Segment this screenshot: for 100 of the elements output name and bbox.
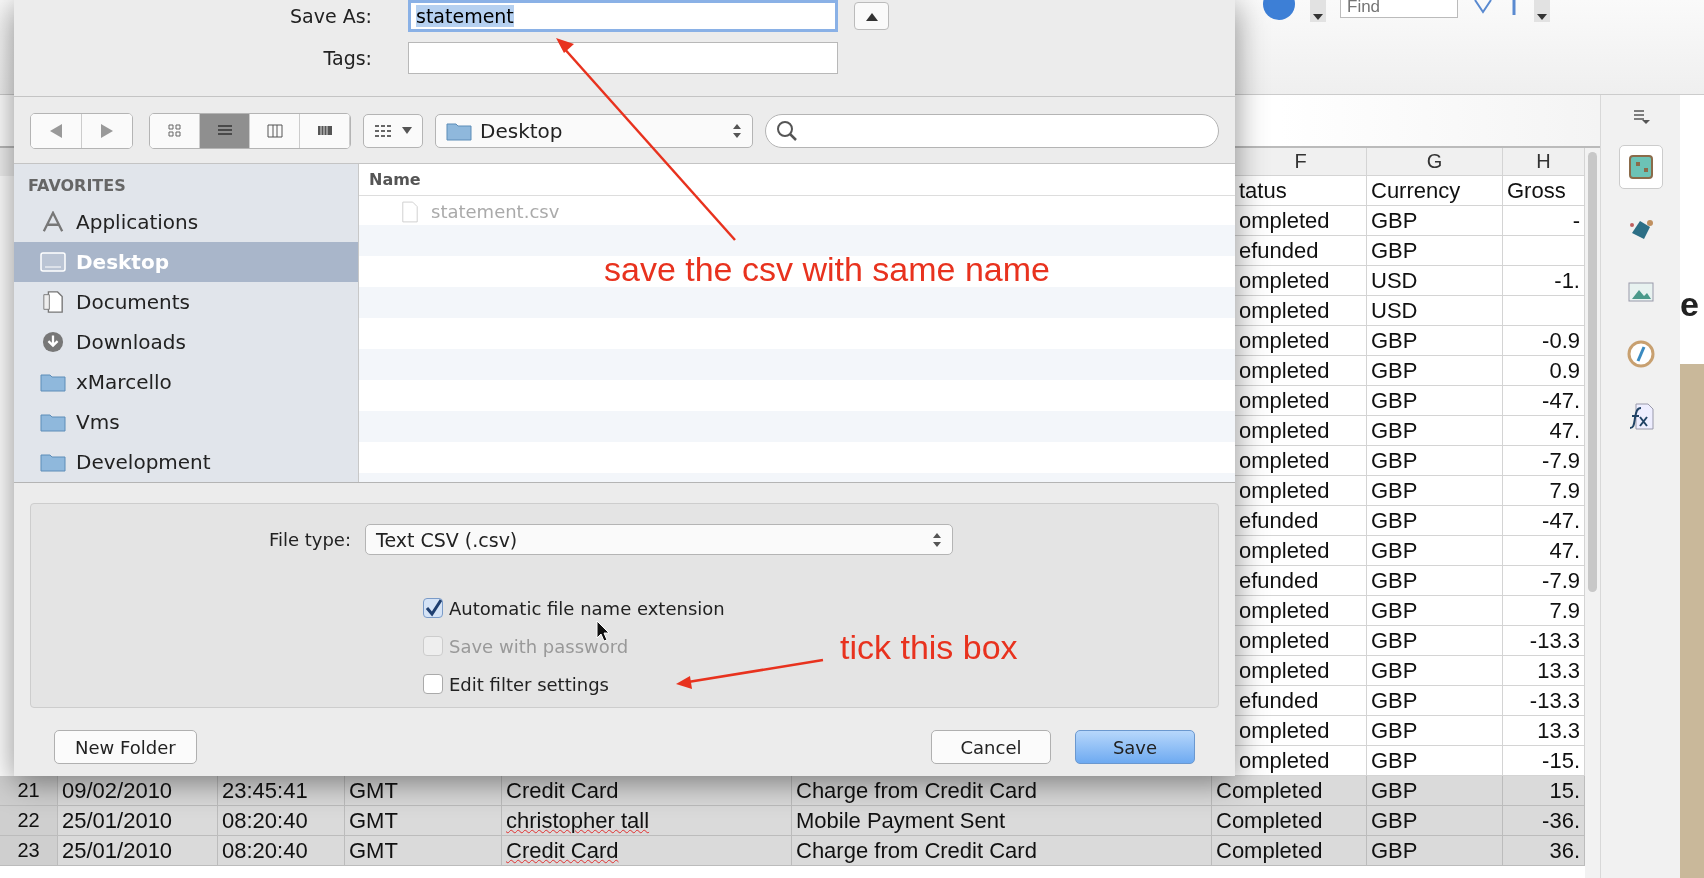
table-cell: Charge from Credit Card <box>792 776 1212 806</box>
sidebar-item[interactable]: Development <box>14 442 358 482</box>
table-cell: GBP <box>1367 716 1503 746</box>
search-icon <box>776 120 798 142</box>
file-type-popup[interactable]: Text CSV (.csv) <box>365 524 953 555</box>
checkbox-label[interactable]: Automatic file name extension <box>449 597 725 619</box>
table-cell: Credit Card <box>502 776 792 806</box>
table-cell: GBP <box>1367 626 1503 656</box>
cube-icon[interactable] <box>1618 145 1663 189</box>
table-cell: GBP <box>1367 656 1503 686</box>
table-cell: 25/01/2010 <box>58 836 218 866</box>
table-cell: GBP <box>1367 596 1503 626</box>
annotation-text: tick this box <box>840 628 1018 667</box>
table-cell: Completed <box>1212 806 1367 836</box>
save-as-field[interactable]: statement <box>408 0 838 32</box>
up-triangle-icon <box>865 12 878 21</box>
download-icon <box>40 331 66 353</box>
collapse-button[interactable] <box>854 2 889 30</box>
applications-icon <box>40 211 66 233</box>
caret-icon <box>402 127 412 135</box>
table-cell: christopher tall <box>502 806 792 836</box>
info-icon[interactable] <box>1262 0 1296 22</box>
grid-icon <box>374 124 394 138</box>
checkbox[interactable] <box>423 598 443 618</box>
find-field[interactable]: Find <box>1340 0 1458 18</box>
save-button[interactable]: Save <box>1075 730 1195 764</box>
sidebar-item[interactable]: xMarcello <box>14 362 358 402</box>
document-icon <box>401 200 419 223</box>
field-label: Tags: <box>322 47 372 69</box>
desktop-icon <box>40 251 66 273</box>
folder-icon <box>40 371 66 393</box>
table-cell: 25/01/2010 <box>58 806 218 836</box>
tags-field[interactable] <box>408 42 838 74</box>
table-cell: 08:20:40 <box>218 806 345 836</box>
table-cell: Charge from Credit Card <box>792 836 1212 866</box>
table-cell: GBP <box>1367 476 1503 506</box>
table-cell: GBP <box>1367 506 1503 536</box>
sidebar-item[interactable]: Downloads <box>14 322 358 362</box>
row-number: 21 <box>0 776 58 806</box>
back-forward-control[interactable] <box>30 113 133 149</box>
table-cell: Completed <box>1212 776 1367 806</box>
table-cell: 08:20:40 <box>218 836 345 866</box>
checkbox[interactable] <box>423 674 443 694</box>
table-cell: -36. <box>1503 806 1585 836</box>
table-cell: GBP <box>1367 836 1503 866</box>
column-header[interactable]: Name <box>359 164 1235 196</box>
search-field[interactable] <box>765 114 1219 148</box>
icon-view-icon[interactable] <box>150 114 200 148</box>
sidebar-item[interactable]: Vms <box>14 402 358 442</box>
stepper-icon <box>932 531 942 548</box>
table-cell: Mobile Payment Sent <box>792 806 1212 836</box>
table-cell: GBP <box>1367 386 1503 416</box>
table-cell: GBP <box>1367 686 1503 716</box>
table-cell: Completed <box>1212 836 1367 866</box>
table-cell: GBP <box>1367 206 1503 236</box>
table-cell: GBP <box>1367 356 1503 386</box>
new-folder-button[interactable]: New Folder <box>54 730 197 764</box>
table-cell: Currency <box>1367 176 1503 206</box>
table-cell: USD <box>1367 266 1503 296</box>
checkbox-label[interactable]: Edit filter settings <box>449 673 609 695</box>
table-cell: GBP <box>1367 326 1503 356</box>
table-cell: Credit Card <box>502 836 792 866</box>
sidebar-item[interactable]: Applications <box>14 202 358 242</box>
menu-icon[interactable] <box>1631 109 1650 125</box>
table-cell: GBP <box>1367 566 1503 596</box>
sidebar-item[interactable]: Documents <box>14 282 358 322</box>
sidebar-heading: FAVORITES <box>27 175 127 197</box>
table-cell: GBP <box>1367 806 1503 836</box>
location-popup[interactable]: Desktop <box>435 114 753 148</box>
column-header: G <box>1367 148 1503 176</box>
field-label: File type: <box>267 529 351 550</box>
table-cell: 23:45:41 <box>218 776 345 806</box>
table-cell: GMT <box>345 806 502 836</box>
table-cell: GMT <box>345 776 502 806</box>
table-cell: GBP <box>1367 536 1503 566</box>
folder-icon <box>446 120 472 142</box>
table-cell: USD <box>1367 296 1503 326</box>
table-cell: GBP <box>1367 446 1503 476</box>
table-cell: 15. <box>1503 776 1585 806</box>
row-number: 23 <box>0 836 58 866</box>
table-cell: 36. <box>1503 836 1585 866</box>
cancel-button[interactable]: Cancel <box>931 730 1051 764</box>
documents-icon <box>40 291 66 313</box>
table-cell: 09/02/2010 <box>58 776 218 806</box>
table-cell: GBP <box>1367 776 1503 806</box>
table-cell: GMT <box>345 836 502 866</box>
back-icon <box>50 124 62 138</box>
folder-icon <box>40 451 66 473</box>
scrollbar-thumb[interactable] <box>1588 152 1597 592</box>
stepper-icon <box>732 123 742 139</box>
field-label: Save As: <box>289 5 372 27</box>
arrange-button[interactable] <box>363 114 423 148</box>
table-cell: GBP <box>1367 236 1503 266</box>
annotation-text: save the csv with same name <box>604 250 1050 289</box>
row-number: 22 <box>0 806 58 836</box>
table-cell: GBP <box>1367 416 1503 446</box>
folder-icon <box>40 411 66 433</box>
forward-icon <box>101 124 113 138</box>
list-view-icon[interactable] <box>200 114 250 148</box>
window-text: e <box>1680 95 1704 364</box>
